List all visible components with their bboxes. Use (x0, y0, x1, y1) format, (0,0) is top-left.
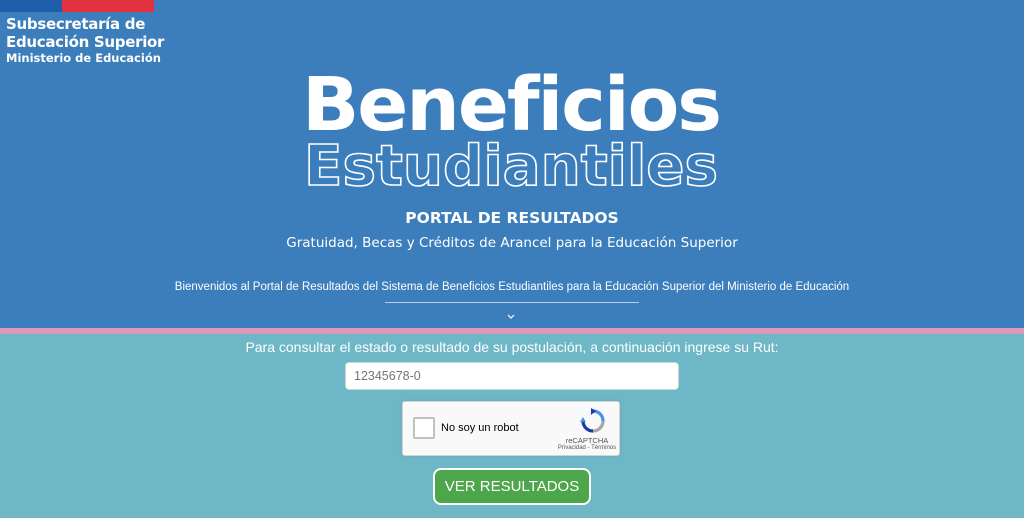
ministry-logo[interactable]: Subsecretaría de Educación Superior Mini… (6, 15, 165, 66)
flag-blue-segment (0, 0, 62, 12)
header-section: Subsecretaría de Educación Superior Mini… (0, 0, 1024, 328)
portal-title: PORTAL DE RESULTADOS (405, 209, 619, 227)
org-name-line1: Subsecretaría de (6, 15, 146, 33)
portal-subtitle: Gratuidad, Becas y Créditos de Arancel p… (286, 235, 738, 251)
accent-stripe (0, 328, 1024, 334)
logo-subtitle: Estudiantiles (304, 134, 718, 192)
recaptcha-icon (580, 408, 605, 433)
recaptcha-label: No soy un robot (441, 422, 519, 434)
recaptcha-checkbox[interactable] (413, 417, 435, 439)
welcome-text: Bienvenidos al Portal de Resultados del … (174, 281, 850, 293)
chevron-down-icon[interactable] (505, 312, 517, 322)
org-name-line2: Educación Superior (6, 32, 165, 51)
recaptcha-links[interactable]: Privacidad - Términos (549, 445, 625, 451)
flag-red-segment (62, 0, 154, 12)
recaptcha-brand: reCAPTCHA (565, 436, 609, 445)
ver-resultados-button[interactable]: VER RESULTADOS (433, 468, 591, 505)
divider (385, 302, 639, 303)
rut-input[interactable] (345, 362, 679, 390)
recaptcha-widget: No soy un robot reCAPTCHA Privacidad - T… (402, 401, 620, 456)
rut-prompt: Para consultar el estado o resultado de … (245, 339, 779, 355)
beneficios-logo: Beneficios Estudiantiles (302, 62, 722, 192)
flag-bar (0, 0, 154, 12)
